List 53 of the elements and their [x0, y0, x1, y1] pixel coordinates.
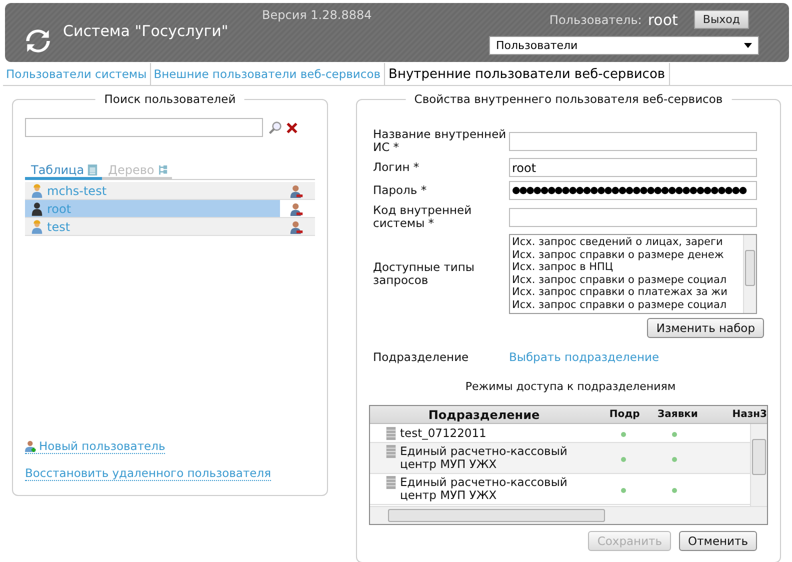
- field-label: Название внутренней ИС *: [373, 128, 508, 154]
- department-name: Единый расчетно-кассовый центр МУП УЖХ: [400, 476, 568, 502]
- close-icon[interactable]: [285, 120, 299, 134]
- cancel-button[interactable]: Отменить: [679, 531, 757, 551]
- person-icon: [31, 202, 43, 216]
- worker-icon: [31, 184, 43, 198]
- scrollbar[interactable]: [750, 424, 767, 506]
- person-edit-icon[interactable]: [290, 202, 303, 216]
- person-edit-icon[interactable]: [290, 184, 303, 198]
- list-item[interactable]: Исх. запрос справки о размере социал: [512, 274, 743, 286]
- user-name: root: [648, 10, 678, 28]
- list-item[interactable]: Исх. запрос справки о размере социал: [512, 298, 743, 312]
- list-item[interactable]: Исх. запрос сведений о лицах, зареги: [512, 236, 743, 249]
- field-label: Подразделение: [373, 350, 470, 364]
- section-title: Режимы доступа к подразделениям: [465, 380, 676, 393]
- logout-button[interactable]: Выход: [694, 10, 749, 29]
- column-header[interactable]: Назн3: [704, 409, 767, 420]
- search-icon[interactable]: [268, 120, 282, 134]
- scrollbar[interactable]: [370, 506, 767, 524]
- tree-icon: [157, 164, 168, 176]
- sync-icon: [25, 28, 51, 54]
- department-name: test_07122011: [400, 426, 486, 440]
- person-add-icon: [25, 440, 37, 452]
- department-name: Единый расчетно-кассовый центр МУП УЖХ: [400, 445, 568, 471]
- list-item[interactable]: Исх. запрос справки о размере денеж: [512, 248, 743, 262]
- section-dropdown[interactable]: Пользователи: [489, 36, 759, 55]
- list-item[interactable]: Исх. запрос справки о платежах за жи: [512, 286, 743, 299]
- scrollbar[interactable]: [743, 235, 756, 313]
- server-icon: [386, 426, 396, 440]
- column-header[interactable]: Подразделение: [370, 408, 598, 422]
- person-edit-icon[interactable]: [290, 220, 303, 234]
- search-field[interactable]: [25, 118, 263, 137]
- field-label: Доступные типы запросов: [373, 261, 476, 287]
- input-field[interactable]: [509, 132, 757, 150]
- user-label: Пользователь:: [549, 12, 642, 26]
- panel-title: Свойства внутреннего пользователя веб-сервисов: [405, 92, 732, 106]
- worker-icon: [31, 220, 43, 234]
- password-field[interactable]: ●●●●●●●●●●●●●●●●●●●●●●●●●●●●●●●●●: [509, 181, 757, 200]
- version-label: Версия 1.28.8884: [262, 8, 372, 22]
- app-title: Система "Госуслуги": [63, 22, 228, 40]
- change-set-button[interactable]: Изменить набор: [647, 318, 764, 338]
- caret-icon: [744, 43, 752, 48]
- column-header[interactable]: Подр: [598, 409, 652, 420]
- column-header[interactable]: Заявки: [651, 409, 704, 420]
- field-label: Логин *: [373, 161, 420, 174]
- input-field[interactable]: [509, 208, 757, 226]
- field-label: Пароль *: [373, 184, 428, 197]
- request-types-list[interactable]: [509, 234, 757, 314]
- table-icon: [87, 164, 98, 176]
- field-label: Код внутренней системы *: [373, 204, 473, 230]
- list-item[interactable]: Исх. запрос в НПЦ: [512, 261, 743, 274]
- panel-title: Поиск пользователей: [95, 92, 245, 106]
- input-field[interactable]: root: [509, 158, 757, 177]
